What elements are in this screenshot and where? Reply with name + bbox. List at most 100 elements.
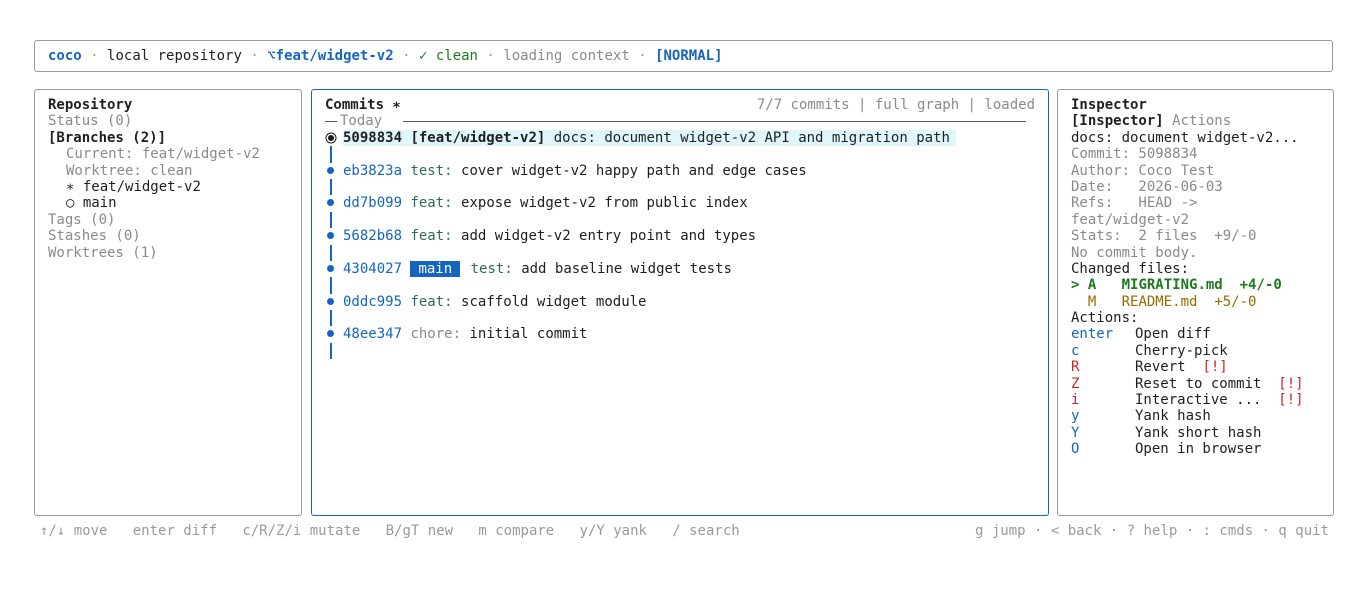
repository-panel[interactable]: Repository Status (0) [Branches (2)] Cur… (34, 89, 302, 516)
action-open-browser[interactable]: O Open in browser (1071, 441, 1333, 457)
commit-row[interactable]: 4304027 main test: add baseline widget t… (325, 260, 1048, 277)
clean-status: clean (435, 48, 478, 64)
date-group-header: Today (325, 113, 1048, 129)
commit-message: add widget-v2 entry point and types (461, 228, 757, 245)
branch-name: main (82, 195, 117, 212)
action-key: O (1071, 441, 1080, 458)
nav-worktrees[interactable]: Worktrees (1) (48, 245, 301, 261)
commit-message: document widget-v2 API and migration pat… (604, 129, 950, 146)
nav-stashes[interactable]: Stashes (0) (48, 228, 301, 244)
action-key: Y (1071, 424, 1080, 441)
graph-node-icon (325, 130, 337, 146)
commit-type: chore: (410, 326, 462, 343)
commit-date: Date: 2026-06-03 (1071, 178, 1223, 195)
changed-file-item[interactable]: M README.md +5/-0 (1071, 294, 1333, 310)
actions-label: Actions: (1071, 310, 1139, 327)
commit-hash: eb3823a (343, 162, 403, 179)
graph-edge (325, 211, 1048, 229)
commit-message: scaffold widget module (461, 293, 647, 310)
current-branch[interactable]: feat/widget-v2 (276, 48, 394, 64)
commit-refs-cont: feat/widget-v2 (1071, 211, 1190, 228)
file-name: MIGRATING.md (1121, 277, 1223, 294)
branch-item[interactable]: ∗ feat/widget-v2 (48, 179, 301, 195)
graph-edge (325, 146, 1048, 163)
branch-badge[interactable]: main (410, 260, 461, 277)
commit-row[interactable]: 5682b68 feat: add widget-v2 entry point … (325, 228, 1048, 244)
action-key: c (1071, 342, 1080, 359)
commit-hash: 0ddc995 (343, 293, 403, 310)
graph-node-icon (325, 294, 337, 310)
commit-body: No commit body. (1071, 244, 1198, 261)
commit-row[interactable]: 5098834 [feat/widget-v2] docs: document … (325, 129, 1048, 147)
action-key: i (1071, 392, 1080, 409)
tab-inspector[interactable]: [Inspector] (1071, 113, 1164, 129)
action-open-diff[interactable]: enter Open diff (1071, 326, 1333, 342)
worktree-info: Worktree: clean (66, 162, 193, 179)
current-marker-icon: ∗ (66, 178, 75, 195)
file-status: > A (1071, 277, 1097, 294)
action-yank-hash[interactable]: y Yank hash (1071, 408, 1333, 424)
action-reset[interactable]: Z Reset to commit [!] (1071, 376, 1333, 392)
app-name: coco (48, 48, 82, 64)
panel-title: Inspector (1071, 97, 1147, 113)
commit-type: feat: (410, 293, 453, 310)
hint-mutate: c/R/Z/i mutate (242, 523, 361, 539)
commit-hash: dd7b099 (343, 195, 403, 212)
commits-header: Commits ∗ 7/7 commits | full graph | loa… (325, 97, 1048, 113)
commit-type: feat: (410, 228, 453, 245)
panel-title: Repository (48, 97, 133, 113)
separator: · (402, 48, 411, 64)
commit-stats: Stats: 2 files +9/-0 (1071, 228, 1257, 245)
graph-edge (325, 178, 1048, 196)
hint-move: ↑/↓ move (40, 523, 108, 539)
action-revert[interactable]: R Revert [!] (1071, 359, 1333, 375)
graph-node-icon (325, 195, 337, 211)
commit-row[interactable]: 48ee347 chore: initial commit (325, 326, 1048, 342)
graph-node-icon (325, 326, 337, 342)
action-cherry-pick[interactable]: c Cherry-pick (1071, 343, 1333, 359)
action-key: Z (1071, 375, 1080, 392)
commit-row[interactable]: 0ddc995 feat: scaffold widget module (325, 294, 1048, 310)
tab-actions[interactable]: Actions (1172, 113, 1231, 129)
action-label: Revert (1135, 359, 1186, 376)
global-hints: g jump · < back · ? help · : cmds · q qu… (974, 523, 1329, 539)
divider (403, 121, 1026, 123)
action-interactive[interactable]: i Interactive ... [!] (1071, 392, 1333, 408)
action-label: Yank hash (1135, 408, 1211, 425)
branch-icon: ⌥ (267, 48, 276, 64)
hint-new: B/gT new (385, 523, 454, 539)
nav-status[interactable]: Status (0) (48, 113, 301, 129)
circle-icon: ○ (66, 195, 75, 212)
nav-branches[interactable]: [Branches (2)] (48, 130, 301, 146)
file-status: M (1071, 293, 1097, 310)
action-key: y (1071, 408, 1080, 425)
warning-icon: [!] (1202, 359, 1228, 376)
commit-row[interactable]: dd7b099 feat: expose widget-v2 from publ… (325, 195, 1048, 211)
separator: · (638, 48, 647, 64)
action-label: Open diff (1135, 326, 1211, 343)
nav-tags[interactable]: Tags (0) (48, 212, 301, 228)
changed-file-item[interactable]: > A MIGRATING.md +4/-0 (1071, 277, 1333, 293)
panel-title: Commits ∗ (325, 97, 401, 113)
action-yank-short-hash[interactable]: Y Yank short hash (1071, 425, 1333, 441)
action-label: Interactive ... (1135, 392, 1262, 409)
current-branch-info: Current: feat/widget-v2 (66, 146, 260, 163)
action-label: Reset to commit (1135, 375, 1262, 392)
commits-panel[interactable]: Commits ∗ 7/7 commits | full graph | loa… (311, 89, 1049, 516)
commit-type: test: (410, 162, 453, 179)
inspector-panel[interactable]: Inspector [Inspector] Actions docs: docu… (1057, 89, 1334, 516)
commit-row[interactable]: eb3823a test: cover widget-v2 happy path… (325, 163, 1048, 179)
hint-compare: m compare (478, 523, 555, 539)
keybinding-hints: ↑/↓ move enter diff c/R/Z/i mutate B/gT … (40, 523, 740, 539)
file-name: README.md (1121, 293, 1198, 310)
commit-subject: docs: document widget-v2... (1071, 129, 1299, 146)
separator: · (250, 48, 259, 64)
status-bar: coco · local repository · ⌥feat/widget-v… (34, 40, 1333, 72)
context-status: loading context (503, 48, 630, 64)
branch-item[interactable]: ○ main (48, 195, 301, 211)
commit-message: add baseline widget tests (521, 260, 732, 277)
commit-refs: Refs: HEAD -> (1071, 195, 1198, 212)
changed-files-label: Changed files: (1071, 260, 1190, 277)
commit-author: Author: Coco Test (1071, 162, 1215, 179)
commit-type: feat: (410, 195, 453, 212)
